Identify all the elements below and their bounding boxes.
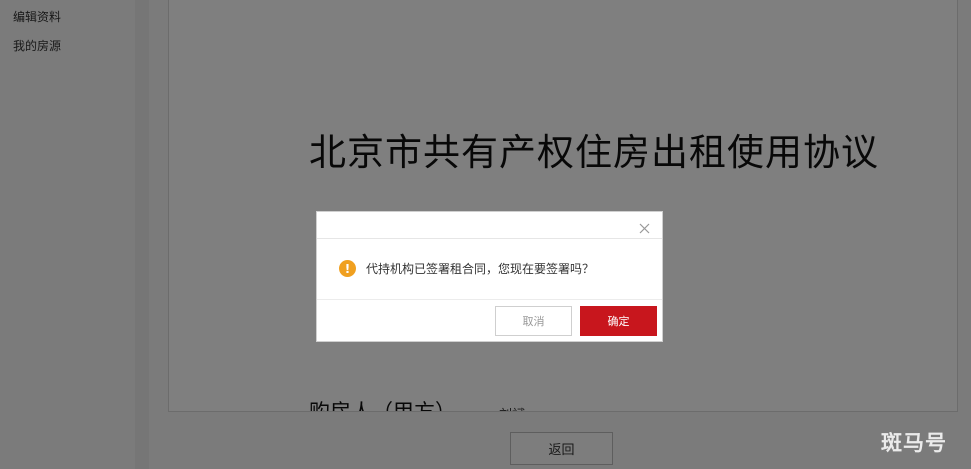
confirm-dialog: ! 代持机构已签署租合同，您现在要签署吗？ 取消 确定 [316, 211, 663, 342]
watermark-logo: 斑马号 [881, 431, 947, 455]
cancel-button[interactable]: 取消 [495, 306, 572, 336]
dialog-body: ! 代持机构已签署租合同，您现在要签署吗？ [339, 260, 594, 277]
dialog-divider [317, 299, 662, 300]
confirm-button[interactable]: 确定 [580, 306, 657, 336]
dialog-message: 代持机构已签署租合同，您现在要签署吗？ [366, 262, 595, 276]
warning-icon: ! [339, 260, 356, 277]
close-icon[interactable] [639, 223, 650, 234]
dialog-header [317, 212, 662, 239]
